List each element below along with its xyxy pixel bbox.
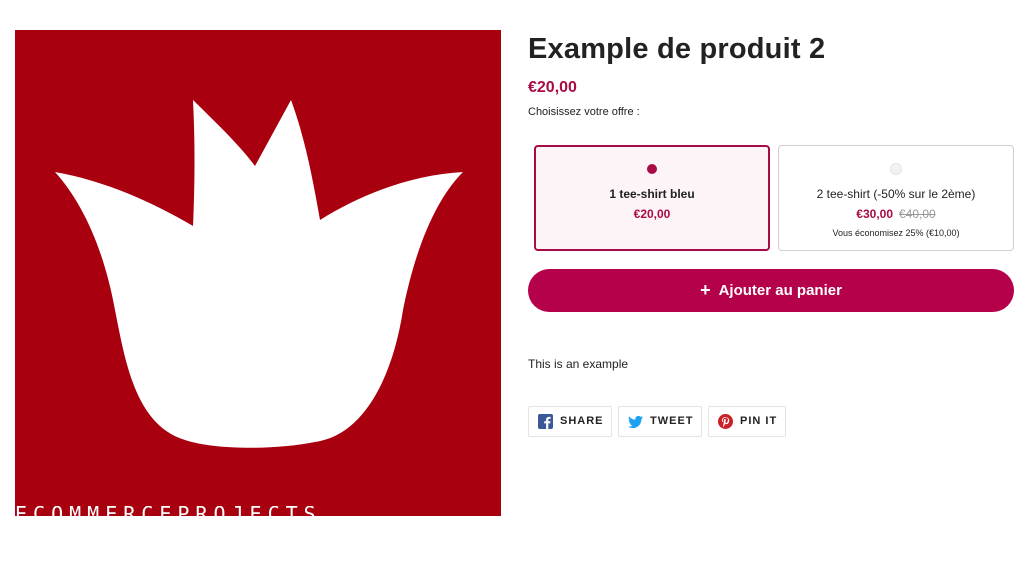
pinterest-icon xyxy=(718,414,733,429)
offer-prompt: Choisissez votre offre : xyxy=(528,106,640,118)
radio-unselected-icon[interactable] xyxy=(890,163,902,175)
offer-compare-price: €40,00 xyxy=(899,207,936,221)
product-price: €20,00 xyxy=(528,79,577,96)
offer-price: €30,00 xyxy=(856,207,893,221)
offer-selector: 1 tee-shirt bleu €20,00 2 tee-shirt (-50… xyxy=(528,145,1014,255)
facebook-icon xyxy=(538,414,553,429)
offer-option-2[interactable]: 2 tee-shirt (-50% sur le 2ème) €30,00 €40… xyxy=(778,145,1014,251)
share-facebook-button[interactable]: SHARE xyxy=(528,406,612,437)
plus-icon: + xyxy=(700,280,711,300)
offer-price: €20,00 xyxy=(633,207,671,221)
offer-name: 2 tee-shirt (-50% sur le 2ème) xyxy=(816,187,976,201)
share-twitter-button[interactable]: TWEET xyxy=(618,406,702,437)
offer-option-1[interactable]: 1 tee-shirt bleu €20,00 xyxy=(534,145,770,251)
brand-text: ECOMMERCEPROJECTS xyxy=(15,506,501,516)
share-label: TWEET xyxy=(650,415,694,427)
add-to-cart-button[interactable]: + Ajouter au panier xyxy=(528,269,1014,312)
product-title: Example de produit 2 xyxy=(528,33,826,65)
product-info: Example de produit 2 €20,00 Choisissez v… xyxy=(528,30,1014,437)
offer-savings: Vous économisez 25% (€10,00) xyxy=(832,228,960,238)
share-pinterest-button[interactable]: PIN IT xyxy=(708,406,786,437)
radio-selected-icon[interactable] xyxy=(647,164,657,174)
tulip-logo-icon xyxy=(55,100,463,448)
offer-price-line: €30,00 €40,00 xyxy=(779,206,1013,222)
offer-name: 1 tee-shirt bleu xyxy=(609,187,695,201)
share-label: PIN IT xyxy=(740,415,778,427)
share-label: SHARE xyxy=(560,415,604,427)
product-page: ECOMMERCEPROJECTS Example de produit 2 €… xyxy=(0,0,1024,576)
add-to-cart-label: Ajouter au panier xyxy=(718,282,842,299)
twitter-icon xyxy=(628,415,643,429)
product-description: This is an example xyxy=(528,357,629,371)
product-image[interactable]: ECOMMERCEPROJECTS xyxy=(15,30,501,516)
